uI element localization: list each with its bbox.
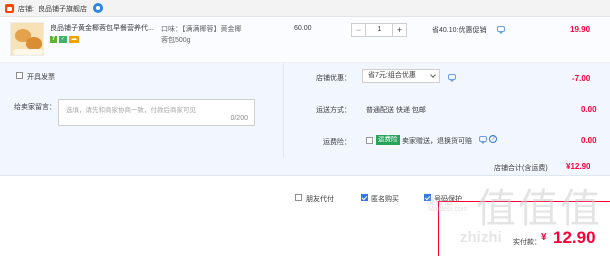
anonymous-purchase-label: 匿名购买 — [371, 196, 399, 203]
shop-total-label: 店铺合计(含运费) — [494, 165, 548, 172]
insurance-badge: 运费险 — [376, 135, 400, 145]
divider — [283, 63, 284, 158]
shop-label: 店铺: — [18, 6, 34, 13]
quantity-stepper: − 1 + — [351, 23, 407, 37]
insurance-amount: 0.00 — [581, 136, 597, 145]
watermark-site: Maidebi.com — [428, 206, 468, 213]
shipping-label: 运送方式： — [316, 107, 351, 114]
insurance-label: 运费险： — [323, 139, 351, 146]
item-subtotal: 19.90 — [570, 25, 591, 34]
promo-info-icon[interactable] — [497, 26, 505, 34]
insurance-checkbox[interactable] — [366, 137, 373, 144]
watermark-domain: zhizhi — [460, 229, 502, 246]
watermark-logo-text: 值值值 — [476, 187, 602, 231]
unit-price: 60.00 — [294, 25, 312, 32]
coupon-amount: -7.00 — [572, 74, 591, 83]
invoice-label: 开具发票 — [27, 74, 55, 81]
product-title-link[interactable]: 良品铺子黄金椰蓉包早餐营养代... — [50, 24, 158, 33]
coupon-label: 店铺优惠： — [316, 75, 351, 82]
shipping-amount: 0.00 — [581, 105, 597, 114]
anonymous-purchase-checkbox[interactable] — [361, 194, 368, 201]
seven-day-return-badge: 7 — [50, 36, 57, 43]
quantity-input[interactable]: 1 — [367, 24, 392, 36]
coupon-selected-value: 省7元:组合优惠 — [368, 72, 416, 79]
insurance-info-icon[interactable] — [479, 136, 487, 144]
message-label: 给卖家留言： — [14, 104, 56, 111]
seller-message-textarea[interactable]: 选填，请先和商家协商一致，付款后商家可见 0/200 — [58, 99, 255, 126]
promotion-text: 省40.10:优惠促销 — [432, 27, 487, 34]
credit-card-badge: ▬ — [69, 36, 79, 43]
insurance-description: 卖家赠送，退换货可赔 — [402, 138, 472, 145]
shop-header — [0, 0, 610, 17]
message-placeholder: 选填，请先和商家协商一致，付款后商家可见 — [66, 107, 196, 114]
chat-icon[interactable] — [93, 3, 103, 13]
friend-pay-checkbox[interactable] — [295, 194, 302, 201]
payment-currency: ¥ — [541, 232, 547, 243]
message-char-counter: 0/200 — [230, 115, 248, 122]
friend-pay-label: 朋友代付 — [306, 196, 334, 203]
coupon-select[interactable]: 省7元:组合优惠 — [362, 69, 440, 83]
order-item-row: 良品铺子黄金椰蓉包早餐营养代... 7 ✓ ▬ 口味：【满满椰蓉】黄金椰蓉包50… — [0, 17, 610, 63]
shop-total-value: ¥12.90 — [566, 162, 591, 171]
payment-label: 实付款： — [513, 239, 541, 246]
store-icon — [5, 4, 14, 13]
coupon-info-icon[interactable] — [448, 74, 456, 82]
shop-name-link[interactable]: 良品铺子旗舰店 — [38, 4, 87, 14]
guarantee-badge: ✓ — [59, 36, 67, 43]
help-icon[interactable]: ? — [489, 135, 497, 143]
product-sku: 口味：【满满椰蓉】黄金椰蓉包500g — [161, 26, 242, 44]
payment-total: 12.90 — [553, 228, 596, 247]
shipping-method: 普通配送 快递 包邮 — [366, 107, 426, 114]
product-thumbnail[interactable] — [10, 22, 44, 56]
quantity-increase-button[interactable]: + — [392, 24, 406, 36]
quantity-decrease-button[interactable]: − — [352, 24, 366, 36]
chevron-down-icon — [430, 72, 436, 78]
plate-shape — [13, 49, 43, 55]
invoice-checkbox[interactable] — [16, 72, 23, 79]
